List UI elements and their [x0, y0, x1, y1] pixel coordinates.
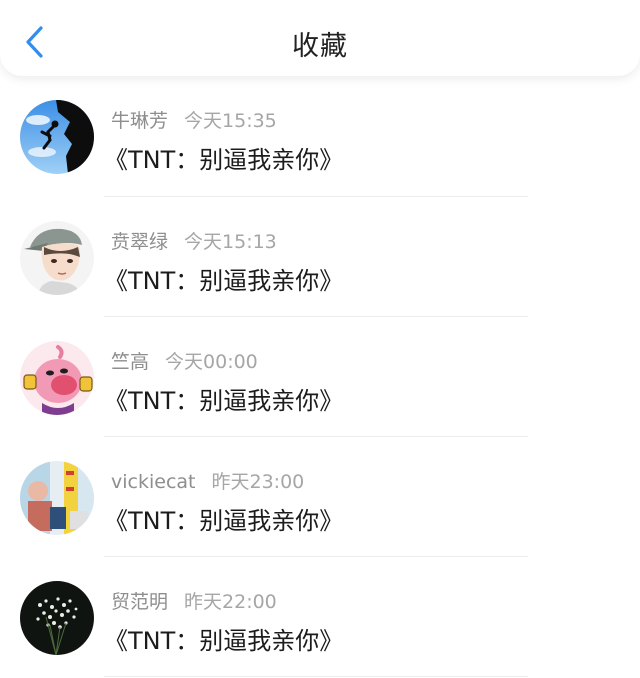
avatar[interactable] [20, 341, 94, 415]
timestamp: 今天15:13 [184, 231, 277, 253]
item-meta: 牛琳芳 今天15:35 [111, 106, 277, 133]
avatar[interactable] [20, 221, 94, 295]
top-bar: 收藏 [0, 0, 640, 76]
favorite-title[interactable]: 《TNT：别逼我亲你》 [104, 501, 343, 536]
divider [104, 676, 528, 677]
list-item[interactable]: 牛琳芳 今天15:35 《TNT：别逼我亲你》 [0, 76, 640, 197]
item-meta: 竺高 今天00:00 [111, 347, 258, 374]
username[interactable]: 贸范明 [111, 591, 168, 613]
list-item[interactable]: 竺高 今天00:00 《TNT：别逼我亲你》 [0, 317, 640, 437]
item-meta: 贲翠绿 今天15:13 [111, 227, 277, 254]
item-meta: vickiecat 昨天23:00 [111, 467, 304, 494]
page-title: 收藏 [292, 31, 348, 62]
list-item[interactable]: vickiecat 昨天23:00 《TNT：别逼我亲你》 [0, 437, 640, 557]
avatar[interactable] [20, 461, 94, 535]
favorite-title[interactable]: 《TNT：别逼我亲你》 [104, 621, 343, 656]
favorites-list: 牛琳芳 今天15:35 《TNT：别逼我亲你》 贲翠绿 今天15:13 《TNT：别… [0, 76, 640, 677]
favorite-title[interactable]: 《TNT：别逼我亲你》 [104, 381, 343, 416]
timestamp: 今天00:00 [165, 351, 258, 373]
list-item[interactable]: 贲翠绿 今天15:13 《TNT：别逼我亲你》 [0, 197, 640, 317]
timestamp: 昨天23:00 [211, 471, 305, 493]
avatar[interactable] [20, 100, 94, 174]
avatar[interactable] [20, 581, 94, 655]
favorite-title[interactable]: 《TNT：别逼我亲你》 [104, 140, 343, 175]
item-meta: 贸范明 昨天22:00 [111, 587, 277, 614]
timestamp: 今天15:35 [184, 110, 277, 132]
username[interactable]: 牛琳芳 [111, 110, 168, 132]
username[interactable]: 竺高 [111, 351, 149, 373]
list-item[interactable]: 贸范明 昨天22:00 《TNT：别逼我亲你》 [0, 557, 640, 677]
timestamp: 昨天22:00 [184, 591, 277, 613]
username[interactable]: vickiecat [111, 471, 195, 493]
favorite-title[interactable]: 《TNT：别逼我亲你》 [104, 261, 343, 296]
username[interactable]: 贲翠绿 [111, 231, 168, 253]
